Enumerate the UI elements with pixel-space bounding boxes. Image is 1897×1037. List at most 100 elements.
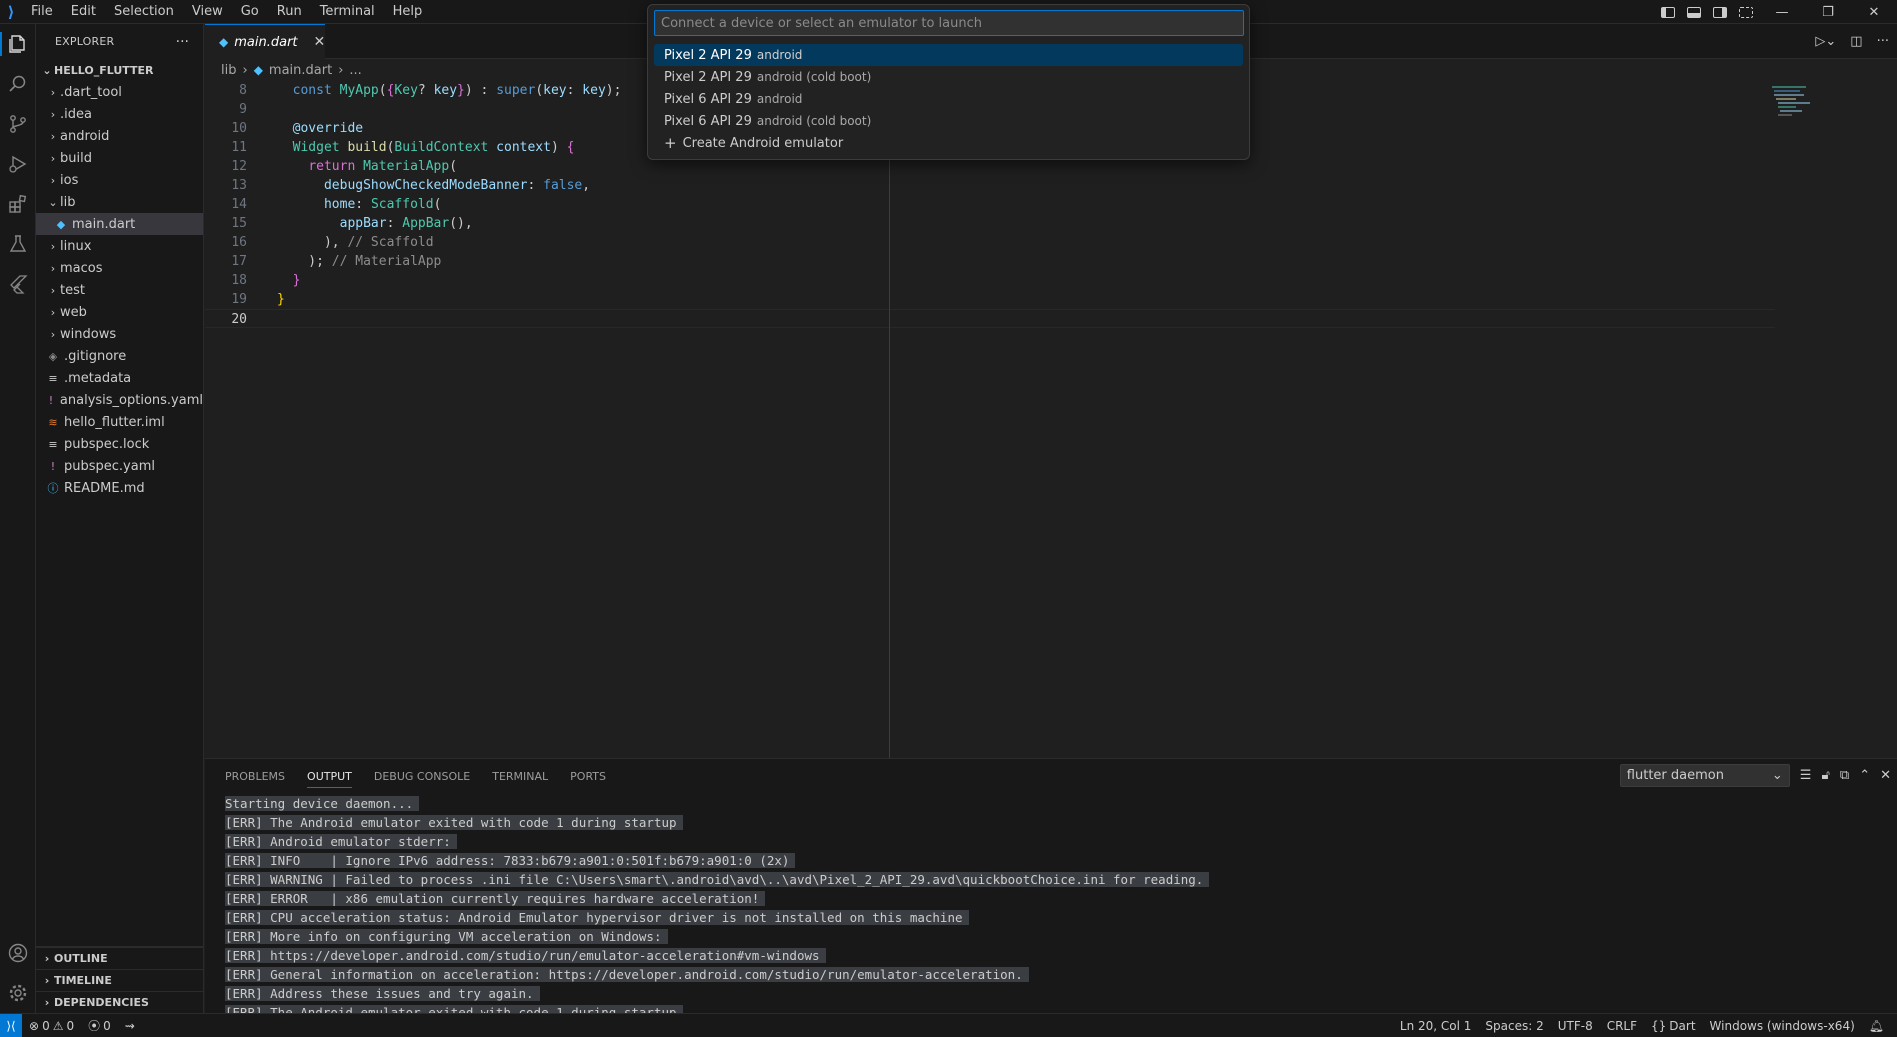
menu-selection[interactable]: Selection — [105, 0, 183, 24]
menu-help[interactable]: Help — [384, 0, 432, 24]
more-editor-actions-icon[interactable]: ··· — [1877, 34, 1889, 49]
maximize-panel-icon[interactable]: ⌃ — [1859, 768, 1870, 783]
tab-problems[interactable]: PROBLEMS — [225, 759, 285, 794]
tree-file[interactable]: ≋ hello_flutter.iml — [36, 411, 203, 433]
tab-terminal[interactable]: TERMINAL — [492, 759, 548, 794]
tree-folder[interactable]: › windows — [36, 323, 203, 345]
breadcrumb-symbol[interactable]: ... — [349, 63, 361, 78]
menu-go[interactable]: Go — [232, 0, 268, 24]
breadcrumb-lib[interactable]: lib — [221, 63, 236, 78]
language-mode[interactable]: {} Dart — [1644, 1019, 1703, 1033]
timeline-label: TIMELINE — [54, 974, 112, 987]
customize-layout-icon[interactable] — [1733, 0, 1759, 24]
restore-icon[interactable]: ❐ — [1805, 0, 1851, 24]
source-control-icon[interactable] — [0, 104, 36, 144]
flutter-icon[interactable] — [0, 264, 36, 304]
toggle-secondary-sidebar-icon[interactable] — [1707, 0, 1733, 24]
dependencies-section[interactable]: › DEPENDENCIES — [36, 991, 204, 1013]
tree-file[interactable]: ≡ pubspec.lock — [36, 433, 203, 455]
chevron-right-icon: › — [50, 283, 56, 297]
outline-section[interactable]: › OUTLINE — [36, 947, 204, 969]
tab-debug-console[interactable]: DEBUG CONSOLE — [374, 759, 470, 794]
close-panel-icon[interactable]: ✕ — [1880, 768, 1891, 783]
tree-folder[interactable]: › web — [36, 301, 203, 323]
create-emulator-option[interactable]: + Create Android emulator — [654, 132, 1243, 154]
menu-run[interactable]: Run — [268, 0, 311, 24]
chevron-down-icon: ⌄ — [1771, 768, 1783, 783]
ports-status[interactable]: ⦿ 0 — [81, 1017, 118, 1034]
log-line: [ERR] More info on configuring VM accele… — [225, 927, 1897, 946]
log-line-link[interactable]: [ERR] https://developer.android.com/stud… — [225, 946, 1897, 965]
chevron-right-icon: › — [338, 62, 344, 78]
account-icon[interactable] — [0, 933, 36, 973]
device-search-input[interactable] — [654, 10, 1244, 36]
tree-folder[interactable]: › .idea — [36, 103, 203, 125]
device-option[interactable]: Pixel 2 API 29 android — [654, 44, 1243, 66]
menu-file[interactable]: File — [22, 0, 62, 24]
device-option[interactable]: Pixel 6 API 29 android — [654, 88, 1243, 110]
notifications-bell-icon[interactable]: 🔔︎ — [1862, 1019, 1891, 1033]
encoding[interactable]: UTF-8 — [1551, 1019, 1600, 1033]
device-option[interactable]: Pixel 2 API 29 android (cold boot) — [654, 66, 1243, 88]
testing-icon[interactable] — [0, 224, 36, 264]
workspace-root[interactable]: ⌄ HELLO_FLUTTER — [36, 59, 203, 81]
minimap[interactable] — [1770, 84, 1830, 144]
tree-folder[interactable]: › build — [36, 147, 203, 169]
tab-output[interactable]: OUTPUT — [307, 759, 352, 794]
tab-main-dart[interactable]: ◆ main.dart ✕ — [205, 24, 325, 59]
run-icon[interactable]: ▷⌄ — [1815, 34, 1836, 49]
clear-output-icon[interactable]: ☰ — [1800, 768, 1812, 783]
toggle-sidebar-icon[interactable] — [1655, 0, 1681, 24]
device-option[interactable]: Pixel 6 API 29 android (cold boot) — [654, 110, 1243, 132]
tree-folder[interactable]: › linux — [36, 235, 203, 257]
search-icon[interactable] — [0, 64, 36, 104]
menu-edit[interactable]: Edit — [62, 0, 105, 24]
tree-item-label: .metadata — [64, 370, 132, 386]
tree-file[interactable]: ! pubspec.yaml — [36, 455, 203, 477]
tree-folder[interactable]: › macos — [36, 257, 203, 279]
menu-terminal[interactable]: Terminal — [311, 0, 384, 24]
tree-folder[interactable]: › android — [36, 125, 203, 147]
timeline-section[interactable]: › TIMELINE — [36, 969, 204, 991]
output-log[interactable]: Starting device daemon... [ERR] The Andr… — [205, 794, 1897, 1022]
close-tab-icon[interactable]: ✕ — [314, 34, 326, 50]
code-line: 17 ); // MaterialApp — [231, 254, 442, 269]
tree-folder[interactable]: › ios — [36, 169, 203, 191]
problems-status[interactable]: ⊗ 0 ⚠ 0 — [22, 1019, 81, 1033]
tab-ports[interactable]: PORTS — [570, 759, 606, 794]
minimize-icon[interactable]: — — [1759, 0, 1805, 24]
tree-folder[interactable]: › test — [36, 279, 203, 301]
indentation[interactable]: Spaces: 2 — [1478, 1019, 1550, 1033]
target-platform[interactable]: Windows (windows-x64) — [1703, 1019, 1862, 1033]
log-line-link[interactable]: [ERR] General information on acceleratio… — [225, 965, 1897, 984]
breadcrumb-file[interactable]: main.dart — [269, 63, 332, 78]
tree-folder[interactable]: ⌄ lib — [36, 191, 203, 213]
debug-status[interactable]: ⇝ — [118, 1019, 142, 1033]
output-channel-select[interactable]: flutter daemon ⌄ — [1619, 764, 1790, 787]
open-log-icon[interactable]: ⧉ — [1840, 768, 1849, 783]
chevron-right-icon: › — [50, 107, 56, 121]
lock-scroll-icon[interactable]: 🔓︎ — [1821, 768, 1829, 783]
more-actions-icon[interactable]: ··· — [176, 34, 189, 50]
tree-file[interactable]: ◆ main.dart — [36, 213, 203, 235]
explorer-icon[interactable] — [0, 24, 36, 64]
menu-view[interactable]: View — [183, 0, 232, 24]
tree-file[interactable]: ⓘ README.md — [36, 477, 203, 499]
cursor-position[interactable]: Ln 20, Col 1 — [1393, 1019, 1479, 1033]
device-desc: android — [756, 92, 803, 106]
split-editor-icon[interactable]: ◫ — [1850, 34, 1862, 49]
close-window-icon[interactable]: ✕ — [1851, 0, 1897, 24]
extensions-icon[interactable] — [0, 184, 36, 224]
chevron-right-icon: › — [44, 952, 50, 965]
language-label: Dart — [1669, 1019, 1696, 1033]
toggle-panel-icon[interactable] — [1681, 0, 1707, 24]
tree-file[interactable]: ! analysis_options.yaml — [36, 389, 203, 411]
tree-item-label: pubspec.lock — [64, 436, 150, 452]
run-debug-icon[interactable] — [0, 144, 36, 184]
remote-indicator-icon[interactable]: ⟩⟨ — [0, 1013, 22, 1037]
tree-file[interactable]: ≡ .metadata — [36, 367, 203, 389]
end-of-line[interactable]: CRLF — [1600, 1019, 1644, 1033]
tree-file[interactable]: ◈ .gitignore — [36, 345, 203, 367]
tree-folder[interactable]: › .dart_tool — [36, 81, 203, 103]
settings-gear-icon[interactable] — [0, 973, 36, 1013]
